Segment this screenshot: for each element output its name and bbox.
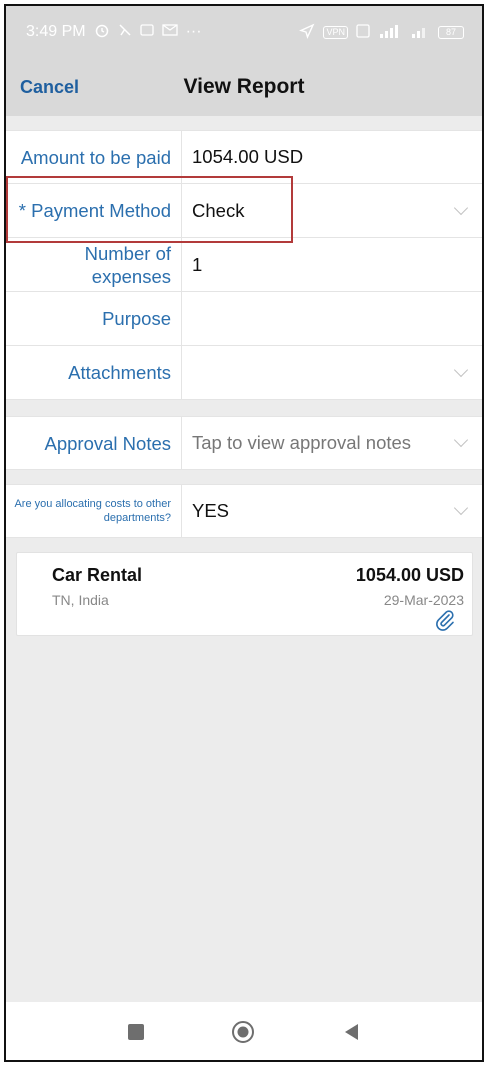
more-dots-icon: ···: [185, 23, 202, 40]
circle-home-icon[interactable]: [231, 1020, 255, 1044]
signal-icon: [410, 24, 430, 41]
expense-location: TN, India: [52, 592, 109, 608]
vpn-icon: VPN: [323, 25, 348, 39]
message-icon: [139, 23, 154, 41]
attachments-label: Attachments: [6, 346, 182, 399]
amount-label: Amount to be paid: [6, 131, 182, 183]
status-time: 3:49 PM: [26, 23, 86, 40]
allocating-value[interactable]: YES: [182, 500, 482, 522]
purpose-row[interactable]: Purpose: [6, 292, 482, 346]
payment-method-label: * Payment Method: [6, 184, 182, 237]
payment-method-row[interactable]: * Payment Method Check: [6, 184, 482, 238]
expense-date: 29-Mar-2023: [383, 592, 464, 608]
cancel-button[interactable]: Cancel: [20, 77, 79, 98]
amount-row: Amount to be paid 1054.00 USD: [6, 130, 482, 184]
chevron-down-icon[interactable]: [453, 362, 469, 377]
system-nav-bar: [6, 1002, 482, 1060]
hd-icon: [356, 23, 370, 41]
nav-header: Cancel View Report: [6, 58, 482, 116]
num-expenses-value: 1: [192, 253, 203, 275]
attachments-row[interactable]: Attachments: [6, 346, 482, 400]
triangle-back-icon[interactable]: [340, 1020, 364, 1044]
signal-5g-icon: [378, 24, 402, 41]
expense-title: Car Rental: [52, 565, 143, 585]
approval-notes-value[interactable]: Tap to view approval notes: [182, 432, 482, 454]
num-expenses-row: Number of expenses 1: [6, 238, 482, 292]
amount-value: 1054.00 USD: [192, 146, 304, 167]
num-expenses-label: Number of expenses: [6, 238, 182, 291]
allocating-label: Are you allocating costs to other depart…: [6, 485, 182, 537]
purpose-label: Purpose: [6, 292, 182, 345]
location-arrow-icon: [299, 23, 315, 42]
approval-notes-row[interactable]: Approval Notes Tap to view approval note…: [6, 416, 482, 470]
status-bar: 3:49 PM ··· VPN 87: [6, 6, 482, 58]
paperclip-icon[interactable]: [434, 609, 456, 631]
square-recents-icon[interactable]: [124, 1020, 148, 1044]
allocating-row[interactable]: Are you allocating costs to other depart…: [6, 484, 482, 538]
approval-notes-label: Approval Notes: [6, 417, 182, 469]
payment-method-value[interactable]: Check: [182, 200, 482, 222]
mail-icon: [161, 23, 178, 42]
signal-slash-icon: [118, 23, 132, 42]
expense-amount: 1054.00 USD: [355, 565, 464, 585]
battery-icon: 87: [438, 25, 464, 39]
expense-card[interactable]: Car Rental 1054.00 USD TN, India 29-Mar-…: [16, 552, 473, 636]
phone-screen: 3:49 PM ··· VPN 87 Cancel View Report Am…: [4, 4, 484, 1062]
alarm-icon: [94, 22, 110, 43]
